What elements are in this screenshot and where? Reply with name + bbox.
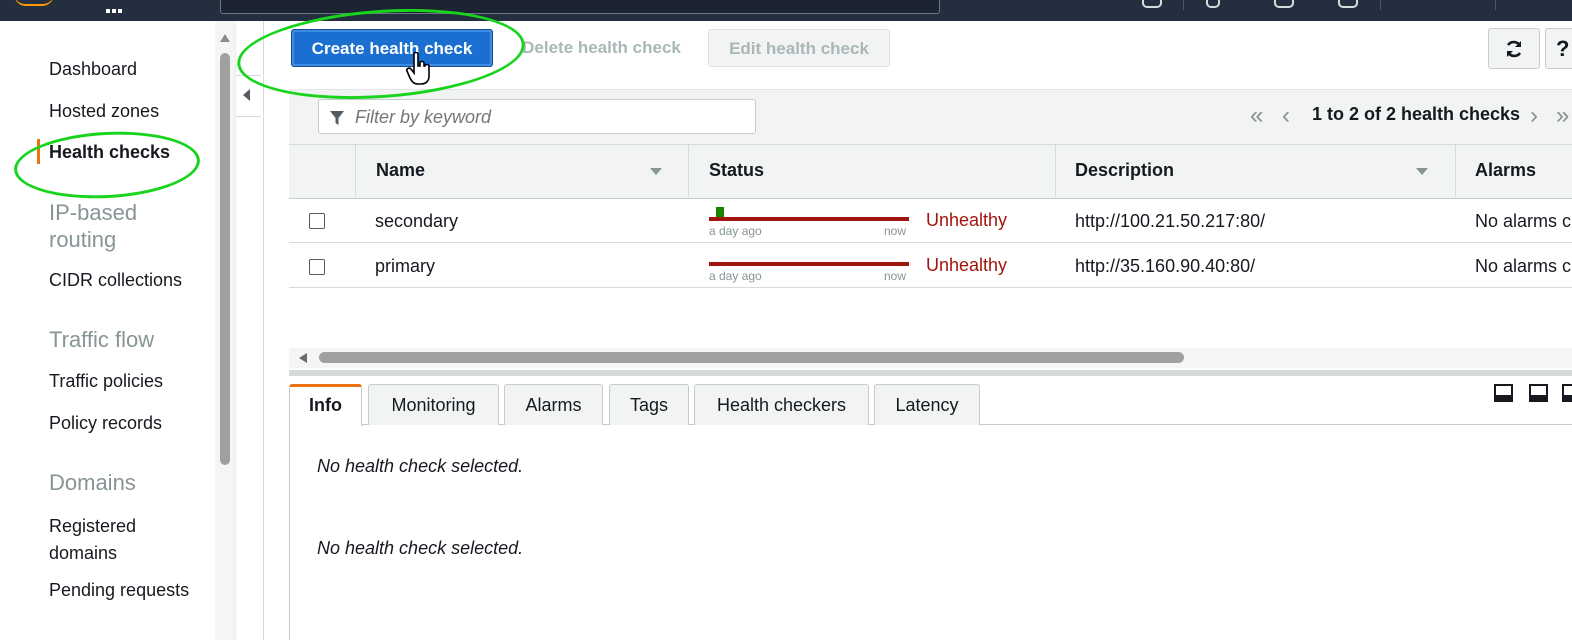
nav-item-cidr-collections[interactable]: CIDR collections: [49, 270, 182, 291]
row-name[interactable]: primary: [375, 256, 435, 277]
timeline-start-label: a day ago: [709, 269, 762, 283]
tab-latency[interactable]: Latency: [874, 384, 980, 425]
nav-item-registered-domains[interactable]: Registered domains: [49, 513, 159, 567]
nav-scrollbar-thumb[interactable]: [220, 53, 230, 465]
row-checkbox[interactable]: [309, 259, 325, 275]
row-name[interactable]: secondary: [375, 211, 458, 232]
filter-field[interactable]: [318, 99, 756, 135]
caret-left-icon: [243, 89, 250, 101]
pane-splitter[interactable]: [289, 370, 1572, 376]
column-divider: [1055, 145, 1056, 197]
status-text: Unhealthy: [926, 210, 1008, 230]
help-button[interactable]: ?: [1545, 28, 1572, 69]
column-divider: [355, 145, 356, 197]
row-checkbox[interactable]: [309, 213, 325, 229]
console-top-bar: [0, 0, 1572, 21]
tab-health-checkers[interactable]: Health checkers: [694, 384, 869, 425]
refresh-icon: [1506, 40, 1522, 58]
row-description: http://35.160.90.40:80/: [1075, 256, 1256, 276]
detail-pane-border: [289, 425, 290, 640]
console-search-input[interactable]: [220, 0, 940, 14]
cloudshell-icon[interactable]: [1142, 0, 1162, 8]
timeline-end-label: now: [884, 224, 907, 238]
hand-cursor-icon: [406, 52, 430, 85]
row-divider: [289, 287, 1572, 288]
row-divider: [289, 242, 1572, 243]
empty-state-message: No health check selected.: [317, 456, 524, 476]
nav-section-ip-routing: IP-based routing: [49, 200, 138, 252]
horizontal-scrollbar-thumb[interactable]: [319, 352, 1184, 363]
nav-item-traffic-policies[interactable]: Traffic policies: [49, 371, 163, 392]
settings-gear-icon[interactable]: [1338, 0, 1358, 8]
services-grid-icon[interactable]: [106, 0, 126, 13]
topbar-divider: [1495, 0, 1496, 10]
tab-info[interactable]: Info: [289, 384, 362, 426]
tab-tags[interactable]: Tags: [609, 384, 689, 425]
empty-state-message: No health check selected.: [317, 538, 524, 558]
first-page-icon[interactable]: «: [1250, 102, 1263, 130]
sort-caret-icon[interactable]: [1416, 168, 1428, 175]
tab-alarms[interactable]: Alarms: [504, 384, 603, 425]
scroll-up-arrow-icon[interactable]: [220, 34, 230, 42]
timeline-end-label: now: [884, 269, 907, 283]
help-icon: ?: [1556, 36, 1570, 61]
status-timeline-bar: [709, 262, 909, 266]
next-page-icon[interactable]: ›: [1530, 102, 1538, 130]
topbar-divider: [1183, 0, 1184, 10]
filter-funnel-icon: [330, 111, 344, 125]
refresh-button[interactable]: [1488, 28, 1540, 69]
previous-page-icon[interactable]: ‹: [1282, 102, 1290, 130]
scroll-left-arrow-icon[interactable]: [299, 353, 307, 363]
tab-monitoring[interactable]: Monitoring: [368, 384, 499, 425]
nav-section-domains: Domains: [49, 470, 136, 495]
row-description: http://100.21.50.217:80/: [1075, 211, 1266, 231]
timeline-start-label: a day ago: [709, 224, 762, 238]
status-text: Unhealthy: [926, 255, 1008, 275]
table-header: [289, 144, 1572, 199]
nav-scrollbar[interactable]: [215, 21, 235, 640]
edit-health-check-button[interactable]: Edit health check: [708, 29, 890, 67]
nav-item-dashboard[interactable]: Dashboard: [49, 59, 137, 80]
column-divider: [1455, 145, 1456, 197]
row-alarms: No alarms c: [1475, 256, 1572, 276]
nav-item-pending-requests[interactable]: Pending requests: [49, 580, 189, 601]
aws-logo[interactable]: [14, 0, 54, 6]
column-header-description[interactable]: Description: [1075, 160, 1174, 181]
row-alarms: No alarms c: [1475, 211, 1572, 231]
column-header-alarms[interactable]: Alarms: [1475, 160, 1536, 181]
column-divider: [688, 145, 689, 197]
filter-keyword-input[interactable]: [353, 100, 747, 135]
table-horizontal-scrollbar[interactable]: [289, 348, 1572, 368]
notifications-icon[interactable]: [1206, 0, 1220, 8]
nav-item-policy-records[interactable]: Policy records: [49, 413, 162, 434]
help-circle-icon[interactable]: [1274, 0, 1294, 8]
pane-split-layout-icon[interactable]: [1529, 384, 1548, 402]
delete-health-check-button[interactable]: Delete health check: [503, 29, 700, 67]
nav-item-hosted-zones[interactable]: Hosted zones: [49, 101, 159, 122]
sort-caret-icon[interactable]: [650, 168, 662, 175]
topbar-divider: [1380, 0, 1381, 10]
last-page-icon[interactable]: »: [1556, 102, 1569, 130]
nav-section-traffic-flow: Traffic flow: [49, 327, 155, 352]
status-timeline-bar: [709, 217, 909, 221]
column-header-name[interactable]: Name: [376, 160, 425, 181]
pagination-summary: 1 to 2 of 2 health checks: [1312, 104, 1521, 124]
column-header-status[interactable]: Status: [709, 160, 764, 181]
pane-bottom-layout-icon[interactable]: [1494, 384, 1513, 402]
pane-side-layout-icon[interactable]: [1562, 384, 1572, 402]
